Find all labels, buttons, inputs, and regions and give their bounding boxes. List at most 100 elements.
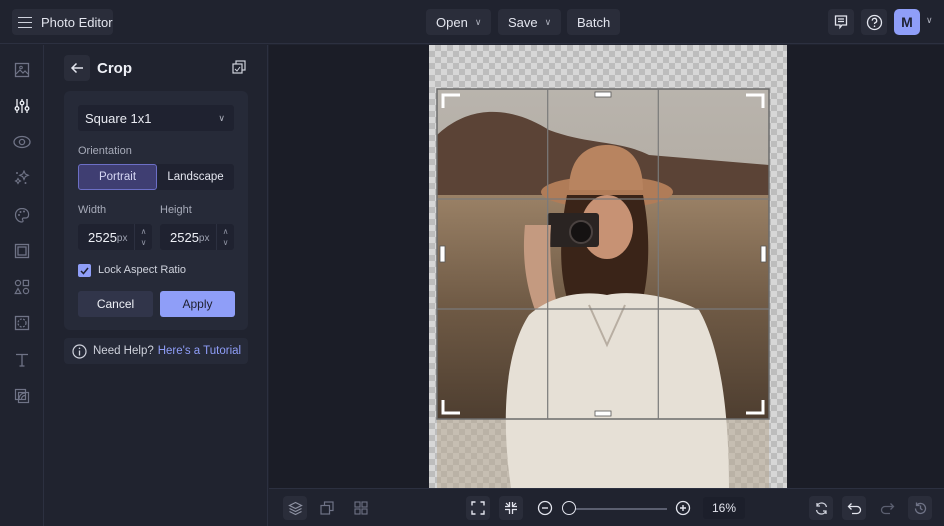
history-button[interactable] [908, 496, 932, 520]
help-text: Need Help? [93, 345, 154, 357]
chevron-down-icon: ∨ [218, 112, 225, 123]
chevron-down-icon[interactable]: ∨ [926, 15, 933, 26]
width-label: Width [78, 204, 107, 216]
height-input[interactable]: 2525 px ∧ ∨ [160, 224, 234, 250]
zoom-in-icon [675, 500, 691, 516]
shrink-button[interactable] [499, 496, 523, 520]
grid-button[interactable] [349, 496, 373, 520]
chevron-down-icon: ∨ [544, 16, 552, 27]
rail-item-text[interactable] [11, 349, 33, 371]
lock-aspect-checkbox[interactable] [78, 264, 91, 277]
eye-icon [13, 135, 31, 149]
rail-item-artsy[interactable] [11, 204, 33, 226]
chevron-down-icon[interactable]: ∨ [141, 237, 147, 248]
orientation-landscape[interactable]: Landscape [157, 164, 234, 190]
redo-icon [880, 502, 894, 514]
undo-button[interactable] [842, 496, 866, 520]
save-menu-button[interactable]: Save ∨ [498, 9, 562, 35]
orientation-portrait[interactable]: Portrait [78, 164, 157, 190]
rail-item-touch-up[interactable] [11, 167, 33, 189]
zoom-out-icon [537, 500, 553, 516]
batch-label: Batch [577, 14, 611, 30]
palette-icon [14, 207, 29, 223]
zoom-in-button[interactable] [671, 496, 695, 520]
zoom-slider-thumb[interactable] [562, 501, 576, 515]
crop-preset-value: Square 1x1 [85, 110, 152, 126]
open-label: Open [436, 14, 468, 30]
duplicate-icon [320, 501, 334, 515]
info-icon [72, 343, 87, 359]
duplicate-layer-button[interactable] [232, 60, 246, 79]
reset-button[interactable] [809, 496, 833, 520]
image-icon [14, 62, 30, 78]
overlay-icon [14, 388, 30, 404]
top-bar: Photo Editor Open ∨ Save ∨ Batch M ∨ [0, 0, 944, 44]
shapes-icon [14, 279, 30, 295]
bottom-toolbar: 16% [269, 488, 944, 526]
layers-icon [287, 501, 303, 515]
chevron-up-icon[interactable]: ∧ [141, 226, 147, 237]
rail-item-effects[interactable] [11, 131, 33, 153]
height-label: Height [160, 204, 192, 216]
lock-aspect-label[interactable]: Lock Aspect Ratio [98, 264, 186, 276]
zoom-out-button[interactable] [533, 496, 557, 520]
duplicate-icon [232, 60, 246, 74]
help-box: Need Help? Here's a Tutorial [64, 338, 248, 364]
height-value: 2525 [170, 229, 199, 245]
apply-button[interactable]: Apply [160, 291, 235, 317]
help-icon [866, 14, 882, 30]
layers-button[interactable] [283, 496, 307, 520]
adjust-sliders-icon [14, 99, 30, 113]
rail-item-adjust[interactable] [11, 95, 33, 117]
fit-screen-button[interactable] [466, 496, 490, 520]
frame-icon [14, 243, 30, 259]
shrink-icon [505, 502, 517, 514]
tutorial-link[interactable]: Here's a Tutorial [158, 345, 241, 357]
save-label: Save [508, 14, 538, 30]
rail-item-graphics[interactable] [11, 276, 33, 298]
width-input[interactable]: 2525 px ∧ ∨ [78, 224, 152, 250]
text-icon [16, 353, 28, 367]
rail-item-image[interactable] [11, 59, 33, 81]
arrow-left-icon [70, 62, 83, 74]
app-menu-button[interactable]: Photo Editor [12, 9, 113, 35]
photo-canvas[interactable] [429, 45, 787, 488]
sparkles-icon [14, 170, 30, 185]
open-menu-button[interactable]: Open ∨ [426, 9, 492, 35]
undo-icon [847, 502, 861, 514]
width-value: 2525 [88, 229, 117, 245]
height-stepper[interactable]: ∧ ∨ [216, 224, 234, 250]
help-button[interactable] [861, 9, 887, 35]
cancel-button[interactable]: Cancel [78, 291, 153, 317]
rail-item-textures[interactable] [11, 312, 33, 334]
history-icon [914, 502, 926, 514]
zoom-level[interactable]: 16% [703, 497, 745, 519]
batch-button[interactable]: Batch [567, 9, 621, 35]
duplicate-button[interactable] [315, 496, 339, 520]
orientation-toggle: Portrait Landscape [78, 164, 234, 190]
chevron-down-icon: ∨ [474, 16, 482, 27]
photo [436, 88, 770, 488]
avatar[interactable]: M [894, 9, 920, 35]
feedback-button[interactable] [828, 9, 854, 35]
width-unit: px [116, 232, 128, 244]
back-button[interactable] [64, 55, 90, 81]
zoom-slider-track[interactable] [571, 508, 667, 510]
height-unit: px [198, 232, 210, 244]
width-stepper[interactable]: ∧ ∨ [134, 224, 152, 250]
texture-icon [14, 315, 30, 331]
chevron-down-icon[interactable]: ∨ [223, 237, 229, 248]
crop-panel: Crop Square 1x1 ∨ Orientation Portrait L… [44, 45, 268, 526]
reset-icon [815, 501, 827, 515]
orientation-label: Orientation [78, 145, 132, 157]
rail-item-overlays[interactable] [11, 385, 33, 407]
redo-button[interactable] [875, 496, 899, 520]
app-title: Photo Editor [41, 14, 113, 30]
grid-icon [354, 501, 368, 515]
crop-preset-select[interactable]: Square 1x1 ∨ [78, 105, 234, 131]
rail-item-frames[interactable] [11, 240, 33, 262]
chevron-up-icon[interactable]: ∧ [223, 226, 229, 237]
canvas-area [269, 45, 944, 488]
panel-title: Crop [97, 60, 132, 77]
tool-rail [0, 45, 44, 526]
